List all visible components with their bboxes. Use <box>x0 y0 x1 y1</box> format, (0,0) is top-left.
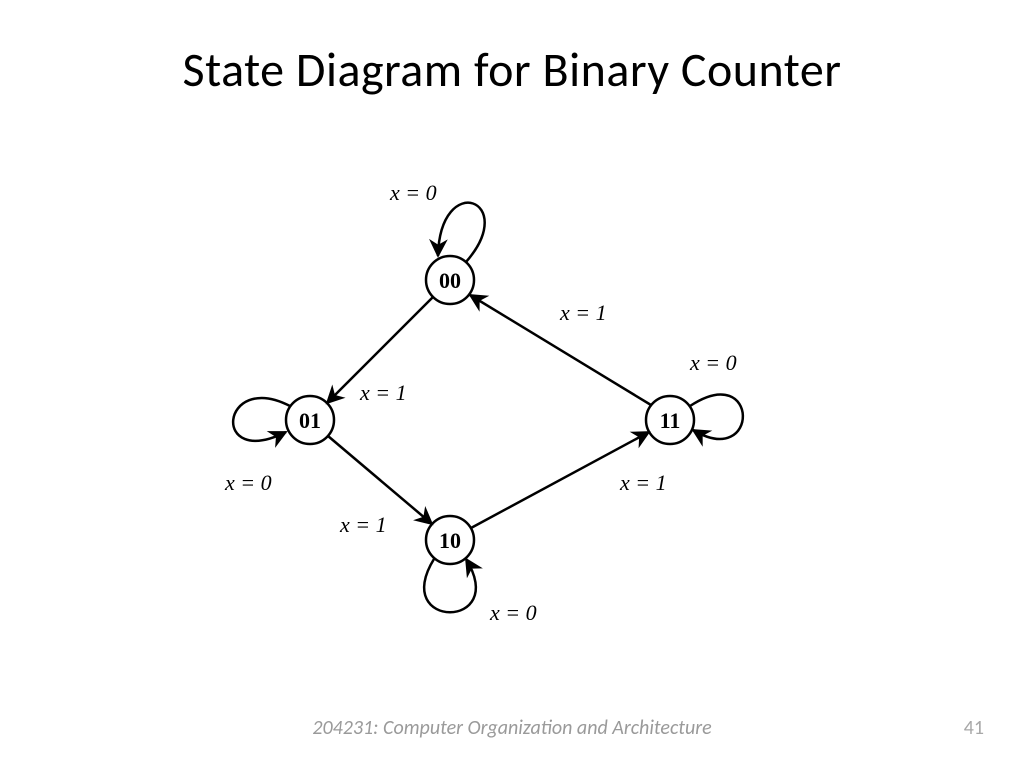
loop-00-label: x = 0 <box>389 180 437 205</box>
edge-01-10-label: x = 1 <box>339 512 387 537</box>
slide-title: State Diagram for Binary Counter <box>0 40 1024 99</box>
edge-11-00-label: x = 1 <box>559 300 607 325</box>
loop-11 <box>690 395 743 439</box>
state-diagram: 00 01 10 11 x = 0 x = 0 x = 0 x = 0 <box>190 160 810 640</box>
footer-page-number: 41 <box>964 716 984 740</box>
loop-11-label: x = 0 <box>689 350 737 375</box>
footer-course: 204231: Computer Organization and Archit… <box>0 716 1024 740</box>
edge-10-11-label: x = 1 <box>619 470 667 495</box>
loop-01 <box>233 398 290 441</box>
state-11-label: 11 <box>660 408 681 433</box>
loop-00 <box>438 203 485 262</box>
slide: State Diagram for Binary Counter 00 01 1… <box>0 0 1024 768</box>
state-01-label: 01 <box>299 408 321 433</box>
loop-10 <box>424 559 476 612</box>
state-10-label: 10 <box>439 528 461 553</box>
edge-01-10 <box>328 436 432 524</box>
loop-01-label: x = 0 <box>224 470 272 495</box>
edge-00-01-label: x = 1 <box>359 380 407 405</box>
loop-10-label: x = 0 <box>489 600 537 625</box>
state-00-label: 00 <box>439 268 461 293</box>
